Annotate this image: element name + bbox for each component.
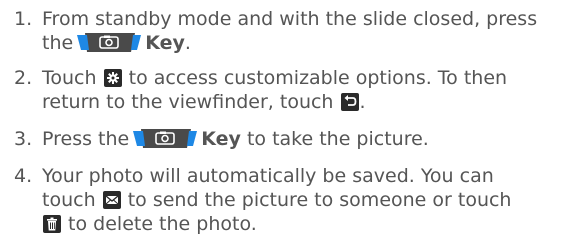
step-text-line: return to the viewfinder, touch . [42,90,574,114]
step-text: to send the picture to someone or touch [127,189,512,211]
step-text: to take the picture. [246,128,429,150]
gear-icon [103,69,122,87]
step-text: return to the viewfinder, touch [42,91,334,113]
step-number: 1. [14,8,33,30]
step-text-line: to delete the photo. [42,212,574,236]
step-text-line: Press the Key to take the picture. [42,127,574,151]
step-text: Press the [42,128,130,150]
step-text-line: touch to send the picture to someone or … [42,188,574,212]
step-text-line: From standby mode and with the slide clo… [42,7,574,31]
step-text: touch [42,189,96,211]
step-number: 2. [14,67,33,89]
step-number: 3. [14,128,33,150]
step-text: Touch [42,67,97,89]
step-text: . [184,32,191,54]
step-3: 3. Press the Key to take the picture. [0,127,580,151]
camera-key-icon [133,129,198,148]
step-number: 4. [14,165,33,187]
step-text: to delete the photo. [68,213,257,235]
step-text: the [42,32,74,54]
step-4: 4. Your photo will automatically be save… [0,164,580,236]
camera-key-icon [77,33,142,52]
key-label: Key [201,128,241,150]
step-text: to access customizable options. To then [128,67,508,89]
step-1: 1. From standby mode and with the slide … [0,7,580,55]
step-text: From standby mode and with the slide clo… [42,8,538,30]
step-text: . [359,91,366,113]
trash-icon [43,215,61,233]
instruction-list: 1. From standby mode and with the slide … [0,7,580,249]
step-text: Your photo will automatically be saved. … [42,165,494,187]
step-2: 2. Touch to access customizable options.… [0,66,580,114]
back-arrow-icon [340,93,359,111]
key-label: Key [145,32,185,54]
step-text-line: the Key. [42,31,574,55]
step-text-line: Your photo will automatically be saved. … [42,164,574,188]
step-text-line: Touch to access customizable options. To… [42,66,574,90]
envelope-icon [102,191,121,209]
